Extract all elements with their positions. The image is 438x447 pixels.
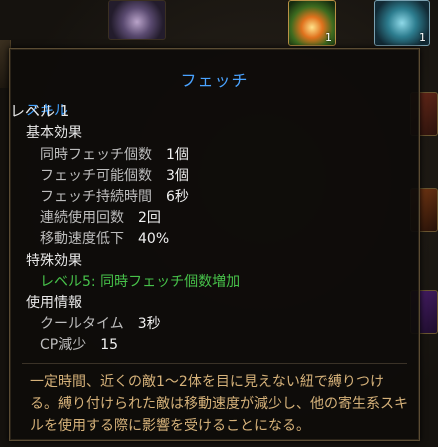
slot-count-badge: 1 xyxy=(419,31,426,44)
effect-row: 移動速度低下 40% xyxy=(40,231,170,247)
special-effect-line: レベル5: 同時フェッチ個数増加 xyxy=(40,274,241,290)
skill-slot-fire-icon[interactable]: 1 xyxy=(288,0,336,46)
skill-title: フェッチ xyxy=(180,71,249,90)
effect-row: 連続使用回数 2回 xyxy=(40,210,161,226)
tooltip-divider xyxy=(22,363,407,364)
usage-row: クールタイム 3秒 xyxy=(40,316,161,332)
usage-row: CP減少 15 xyxy=(40,337,119,353)
skill-level: レベル 1 xyxy=(10,102,70,120)
slot-count-badge: 1 xyxy=(325,31,332,44)
skill-slot-dark-icon[interactable] xyxy=(108,0,166,40)
skill-description: 一定時間、近くの敵1～2体を目に見えない紐で縛りつける。縛り付けられた敵は移動速… xyxy=(30,374,408,434)
usage-info-header: 使用情報 xyxy=(26,295,82,311)
skill-tooltip: フェッチ スキル レベル 1 基本効果 同時フェッチ個数 1個 フェッチ可能個数 3… xyxy=(9,48,420,441)
skill-slot-tentacle-icon[interactable]: 1 xyxy=(374,0,430,46)
effect-row: フェッチ可能個数 3個 xyxy=(40,168,189,184)
basic-effects-header: 基本効果 xyxy=(26,125,82,141)
effect-row: 同時フェッチ個数 1個 xyxy=(40,147,189,163)
special-effects-header: 特殊効果 xyxy=(26,253,82,269)
effect-row: フェッチ持続時間 6秒 xyxy=(40,189,189,205)
